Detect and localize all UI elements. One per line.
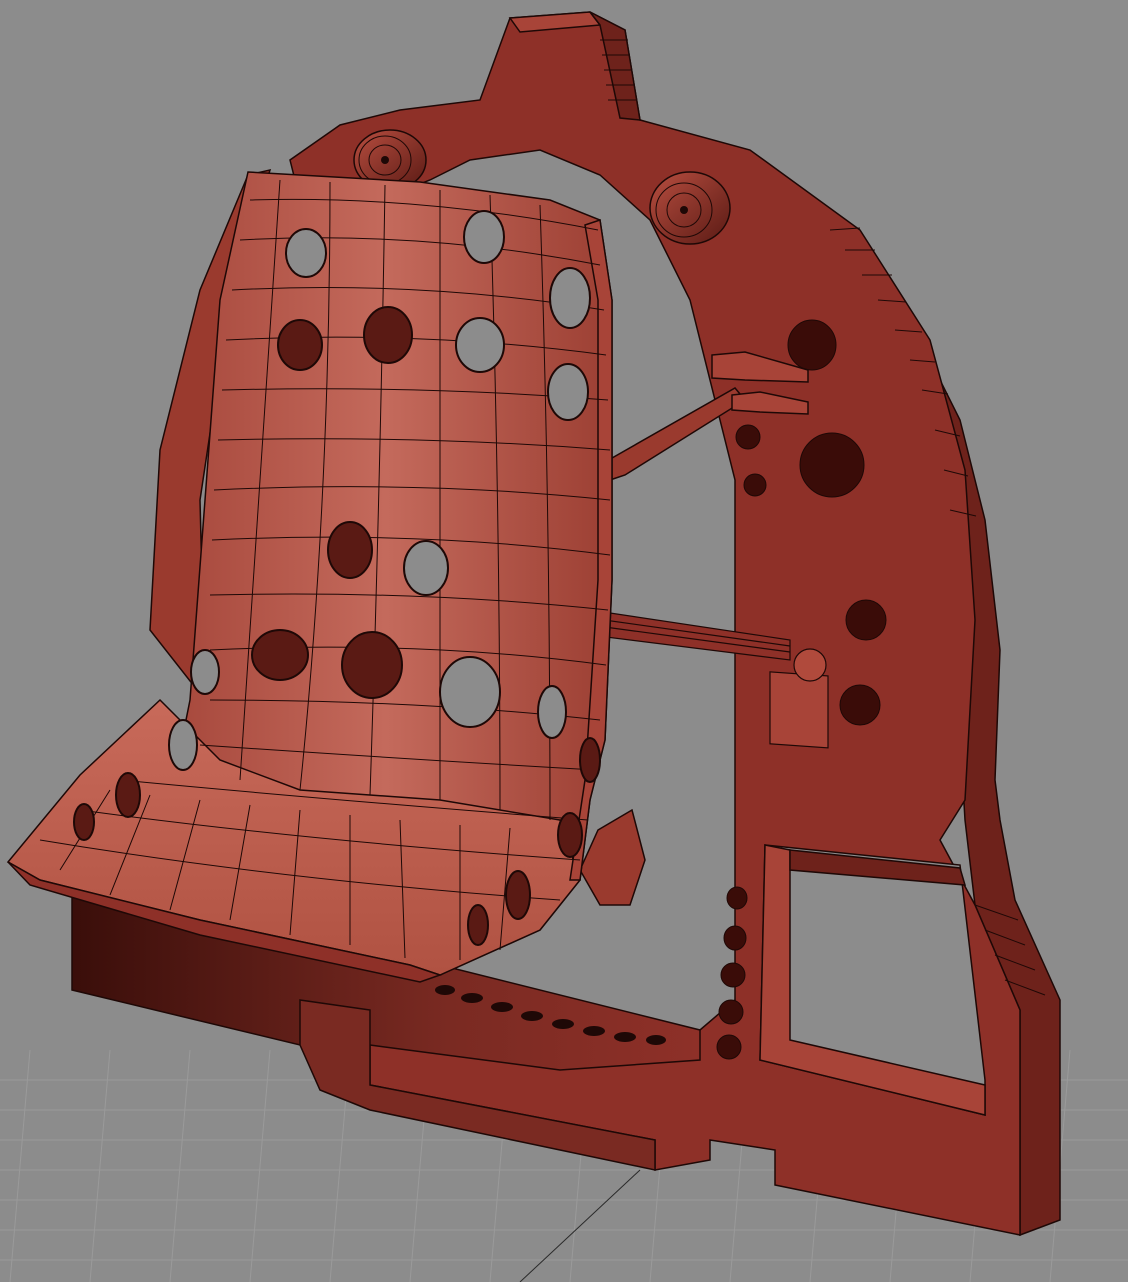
pulley-right[interactable] [649, 171, 731, 245]
3d-viewport[interactable] [0, 0, 1128, 1282]
wedge-block[interactable] [579, 808, 646, 906]
seat-shell[interactable] [6, 168, 613, 983]
viewport-canvas[interactable] [0, 0, 1128, 1282]
